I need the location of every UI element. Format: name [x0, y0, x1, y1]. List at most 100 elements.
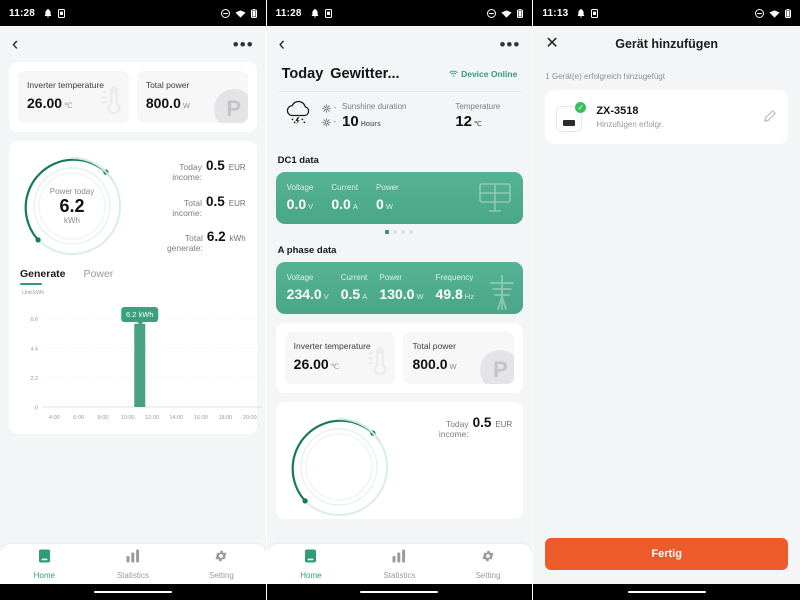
screenshot-root: 11:28 ‹ ••• Inverter temperature 26.00 ℃… — [0, 0, 800, 600]
thunderstorm-cloud-icon — [282, 99, 316, 132]
gesture-bar-area — [533, 584, 800, 600]
bottom-nav-label: Setting — [208, 570, 234, 580]
gesture-bar[interactable] — [93, 590, 172, 594]
pager-dot[interactable] — [385, 230, 390, 234]
total-income-row: Total income: 0.5 EUR — [128, 193, 246, 219]
bottom-nav-label: Statistics — [383, 570, 416, 580]
home-scroll-body: Inverter temperature 26.00 ℃ Total power … — [0, 62, 266, 544]
gauge-caption: Power today — [49, 186, 95, 196]
power-today-gauge — [287, 415, 391, 519]
tile-value: 800.0 — [145, 95, 181, 111]
wifi-icon — [449, 69, 458, 79]
plug-adapter-icon: ✓ — [556, 101, 588, 132]
inverter-temperature-tile[interactable]: Inverter temperature 26.00 ℃ — [18, 71, 129, 123]
phone-screen-detail: 11:28 ‹ ••• Today Gewitter... Device Onl… — [266, 0, 534, 600]
pager-dot[interactable] — [393, 230, 398, 234]
aphase-data-card[interactable]: Voltage 234.0 V Current 0.5 A Power 130.0 W… — [275, 262, 524, 314]
sunshine-duration-unit: Hours — [360, 121, 381, 128]
income-label: Today income: — [438, 419, 469, 439]
bottom-nav-label: Setting — [475, 570, 501, 580]
chart-unit-label: Unit:kWh — [22, 290, 45, 296]
bottom-nav-statistics[interactable]: Statistics — [355, 549, 444, 580]
overflow-menu-button[interactable]: ••• — [233, 36, 254, 53]
pencil-icon[interactable] — [763, 109, 777, 126]
sunshine-duration-label: Sunshine duration — [342, 102, 407, 111]
income-unit: kWh — [229, 234, 246, 244]
sunrise-row: - — [321, 104, 336, 113]
thermometer-icon — [364, 345, 390, 382]
pager-dot[interactable] — [401, 230, 406, 234]
income-value: 0.5 — [205, 158, 225, 174]
overflow-menu-button[interactable]: ••• — [499, 36, 520, 53]
svg-text:12:00: 12:00 — [145, 415, 159, 421]
svg-text:6:00: 6:00 — [73, 415, 84, 421]
wifi-icon — [235, 9, 246, 18]
status-bar: 11:13 — [533, 0, 800, 26]
dc1-heading: DC1 data — [277, 155, 319, 166]
tile-value: 26.00 — [27, 95, 63, 111]
total-power-tile[interactable]: Total power 800.0 W P — [136, 71, 248, 123]
metric-label: Power — [376, 183, 399, 192]
status-bar: 11:28 — [266, 0, 533, 26]
total-generate-row: Total generate: 6.2 kWh — [128, 229, 246, 254]
power-pole-icon — [485, 273, 519, 314]
bottom-nav-setting[interactable]: Setting — [177, 549, 266, 580]
income-value: 0.5 — [205, 193, 225, 209]
svg-text:4.4: 4.4 — [30, 346, 38, 352]
income-label: Total generate: — [166, 233, 203, 254]
summary-card: Inverter temperature 26.00 ℃ Total power … — [275, 323, 524, 393]
wifi-icon — [501, 9, 512, 18]
pager-dot[interactable] — [409, 230, 414, 234]
bottom-navigation: Home Statistics Setting — [0, 544, 266, 584]
aphase-power: Power 130.0 W — [379, 273, 423, 301]
svg-text:10:00: 10:00 — [121, 415, 135, 421]
metric-value: 0.5 — [340, 286, 361, 302]
gesture-bar[interactable] — [627, 590, 706, 594]
bars-icon — [392, 549, 406, 568]
gear-icon — [481, 549, 495, 568]
income-unit: EUR — [228, 198, 246, 208]
today-income-row: Today income: 0.5 EUR — [395, 415, 513, 440]
plug-slot — [563, 120, 576, 126]
gesture-bar[interactable] — [360, 590, 439, 594]
back-button[interactable]: ‹ — [279, 35, 285, 54]
dc1-section: DC1 data Voltage 0.0 V Current 0.0 A Power… — [275, 153, 524, 234]
svg-text:2.2: 2.2 — [30, 376, 38, 382]
today-income-row: Today income: 0.5 EUR — [128, 158, 246, 183]
bottom-nav-home[interactable]: Home — [0, 549, 89, 580]
svg-text:14:00: 14:00 — [170, 415, 184, 421]
phone-screen-home: 11:28 ‹ ••• Inverter temperature 26.00 ℃… — [0, 0, 267, 600]
income-unit: EUR — [495, 420, 513, 429]
device-list-item[interactable]: ✓ ZX-3518 Hinzufügen erfolgr. — [545, 90, 788, 144]
total-power-tile[interactable]: Total power 800.0 W P — [403, 332, 515, 384]
aphase-heading: A phase data — [277, 245, 337, 256]
status-bar: 11:28 — [0, 0, 266, 26]
back-button[interactable]: ‹ — [12, 35, 18, 54]
done-button[interactable]: Fertig — [545, 538, 788, 570]
weather-section: Today Gewitter... Device Online - - Suns… — [276, 62, 524, 144]
sunshine-duration-value: 10 — [342, 113, 359, 130]
tab-generate[interactable]: Generate — [20, 268, 66, 285]
metric-value: 49.8 — [435, 286, 463, 302]
sim-icon — [591, 8, 599, 18]
dc1-data-card[interactable]: Voltage 0.0 V Current 0.0 A Power 0W — [275, 172, 524, 224]
income-unit: EUR — [228, 163, 246, 173]
gesture-bar-area — [0, 584, 266, 600]
metric-unit: V — [308, 202, 314, 211]
power-p-icon: P — [213, 89, 248, 123]
bottom-nav-statistics[interactable]: Statistics — [89, 549, 178, 580]
metric-value: 0.0 — [331, 196, 351, 212]
added-count-note: 1 Gerät(e) erfolgreich hinzugefügt — [545, 72, 665, 81]
income-summary-peek: Today income: 0.5 EUR — [391, 415, 513, 440]
bottom-nav-home[interactable]: Home — [267, 549, 356, 580]
device-online-label: Device Online — [461, 69, 518, 79]
inverter-temperature-tile[interactable]: Inverter temperature 26.00 ℃ — [284, 332, 396, 384]
metric-label: Power — [379, 273, 403, 282]
close-icon[interactable]: ✕ — [545, 36, 563, 52]
tab-power[interactable]: Power — [84, 268, 114, 285]
bottom-nav-setting[interactable]: Setting — [444, 549, 533, 580]
gauge-value: 6.2 — [59, 195, 85, 216]
sunset-row: - — [321, 118, 336, 127]
metric-value: 234.0 — [286, 286, 322, 302]
tile-label: Total power — [412, 341, 456, 351]
